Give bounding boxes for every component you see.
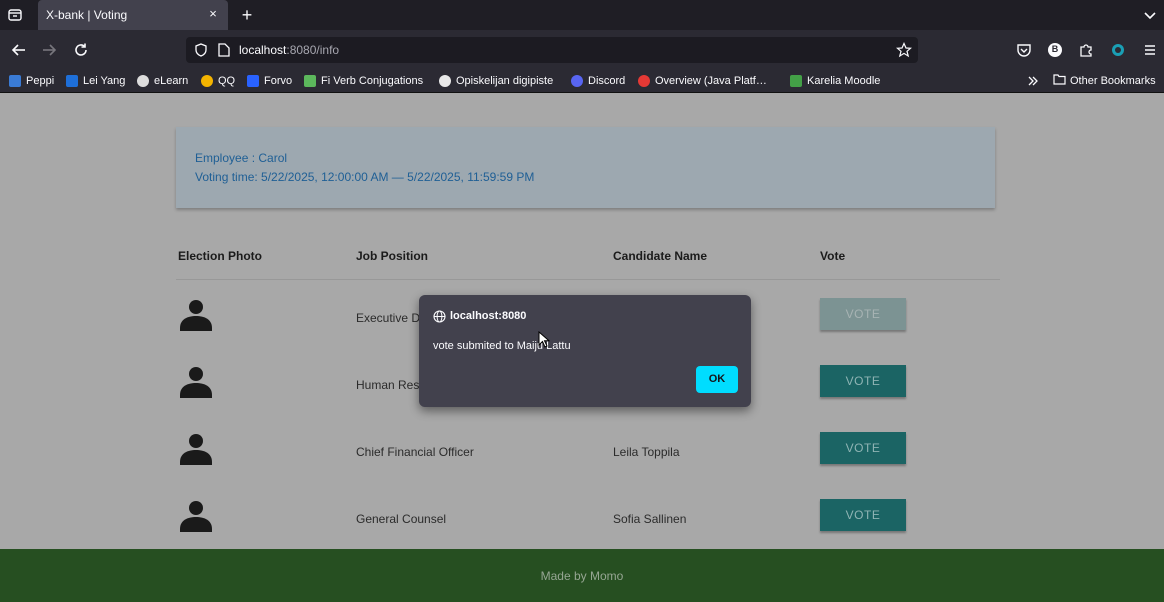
mouse-cursor-icon (538, 330, 551, 349)
back-arrow-icon[interactable] (11, 42, 27, 58)
bookmark-label: eLearn (154, 75, 189, 87)
account-avatar[interactable]: B (1047, 42, 1063, 58)
hamburger-menu-icon[interactable] (1142, 42, 1158, 58)
tab-list-icon[interactable] (7, 7, 23, 23)
bookmark-label: Fi Verb Conjugations (321, 75, 424, 87)
bookmark-label: QQ (218, 75, 236, 87)
globe-icon (433, 310, 446, 323)
dialog-title: localhost:8080 (450, 310, 527, 322)
bookmark-item[interactable]: eLearn (137, 73, 188, 89)
page-icon[interactable] (218, 43, 230, 57)
bookmark-favicon-icon (247, 75, 259, 87)
bookmark-favicon-icon (66, 75, 78, 87)
bookmark-label: Forvo (264, 75, 293, 87)
voting-info-card: Employee : Carol Voting time: 5/22/2025,… (176, 127, 995, 208)
bookmark-favicon-icon (137, 75, 149, 87)
tracking-shield-icon[interactable] (194, 43, 208, 57)
job-position: Chief Financial Officer (356, 445, 474, 459)
alert-dialog: localhost:8080 vote submited to Maiju La… (419, 295, 751, 407)
address-bar[interactable]: localhost:8080/info (186, 37, 918, 63)
ok-button[interactable]: OK (696, 366, 738, 393)
header-job-position: Job Position (356, 249, 428, 263)
bookmarks-toolbar: Peppi Lei Yang eLearn QQ Forvo Fi Verb C… (0, 70, 1164, 93)
person-icon (179, 365, 215, 401)
url-path: :8080/info (286, 43, 340, 57)
other-bookmarks-label: Other Bookmarks (1070, 75, 1156, 87)
header-candidate-name: Candidate Name (613, 249, 708, 263)
bookmark-label: Discord (588, 75, 626, 87)
active-tab[interactable]: X-bank | Voting × (38, 0, 228, 30)
page-footer: Made by Momo (0, 549, 1164, 602)
bookmark-item[interactable]: Forvo (247, 73, 292, 89)
bookmark-favicon-icon (201, 75, 213, 87)
reload-icon[interactable] (73, 42, 89, 58)
header-divider (176, 279, 1000, 280)
bookmark-label: Overview (Java Platf… (655, 75, 767, 87)
new-tab-button[interactable]: + (240, 6, 254, 24)
header-vote: Vote (820, 249, 846, 263)
employee-name: Employee : Carol (195, 151, 288, 165)
footer-text: Made by Momo (540, 569, 624, 583)
url-text[interactable]: localhost:8080/info (239, 43, 339, 57)
bookmark-item[interactable]: Lei Yang (66, 73, 125, 89)
forward-arrow-icon[interactable] (41, 42, 57, 58)
bookmark-favicon-icon (790, 75, 802, 87)
bookmark-label: Peppi (26, 75, 55, 87)
bookmark-item[interactable]: Fi Verb Conjugations (304, 73, 423, 89)
pocket-icon[interactable] (1016, 42, 1032, 58)
bookmark-label: Karelia Moodle (807, 75, 881, 87)
vote-button[interactable]: VOTE (820, 499, 906, 531)
bookmark-item[interactable]: Karelia Moodle (790, 73, 880, 89)
url-host: localhost (239, 43, 287, 57)
job-position: Executive D (356, 311, 421, 325)
voting-time: Voting time: 5/22/2025, 12:00:00 AM — 5/… (195, 170, 535, 184)
tab-bar: X-bank | Voting × + (0, 0, 1164, 30)
bookmark-favicon-icon (638, 75, 650, 87)
bookmark-item[interactable]: Opiskelijan digipiste (439, 73, 553, 89)
bookmark-favicon-icon (304, 75, 316, 87)
close-tab-icon[interactable]: × (206, 7, 220, 21)
other-bookmarks[interactable]: Other Bookmarks (1053, 73, 1156, 89)
person-icon (179, 432, 215, 468)
vote-button[interactable]: VOTE (820, 365, 906, 397)
double-chevron-icon[interactable] (1027, 73, 1039, 89)
navigation-toolbar: localhost:8080/info B (0, 30, 1164, 70)
bookmark-favicon-icon (439, 75, 451, 87)
chevron-down-icon[interactable] (1142, 7, 1158, 23)
bookmark-item[interactable]: Peppi (9, 73, 54, 89)
account-letter: B (1051, 44, 1059, 54)
vote-button[interactable]: VOTE (820, 432, 906, 464)
table-row: Chief Financial Officer Leila Toppila VO… (176, 432, 1000, 492)
bookmark-label: Lei Yang (83, 75, 126, 87)
extension-icon[interactable] (1110, 42, 1126, 58)
table-row: General Counsel Sofia Sallinen VOTE (176, 499, 1000, 550)
job-position: General Counsel (356, 512, 447, 526)
candidate-name: Sofia Sallinen (613, 512, 687, 526)
header-election-photo: Election Photo (178, 249, 262, 263)
star-icon[interactable] (895, 42, 913, 58)
vote-button[interactable]: VOTE (820, 298, 906, 330)
bookmark-label: Opiskelijan digipiste (456, 75, 554, 87)
person-icon (179, 499, 215, 535)
bookmark-item[interactable]: Discord (571, 73, 625, 89)
tab-title: X-bank | Voting (46, 8, 128, 22)
candidate-name: Leila Toppila (613, 445, 680, 459)
person-icon (179, 298, 215, 334)
bookmark-favicon-icon (571, 75, 583, 87)
bookmark-favicon-icon (9, 75, 21, 87)
puzzle-icon[interactable] (1078, 42, 1094, 58)
bookmark-item[interactable]: QQ (201, 73, 235, 89)
folder-icon (1053, 74, 1066, 88)
bookmark-item[interactable]: Overview (Java Platf… (638, 73, 767, 89)
job-position: Human Res (356, 378, 420, 392)
